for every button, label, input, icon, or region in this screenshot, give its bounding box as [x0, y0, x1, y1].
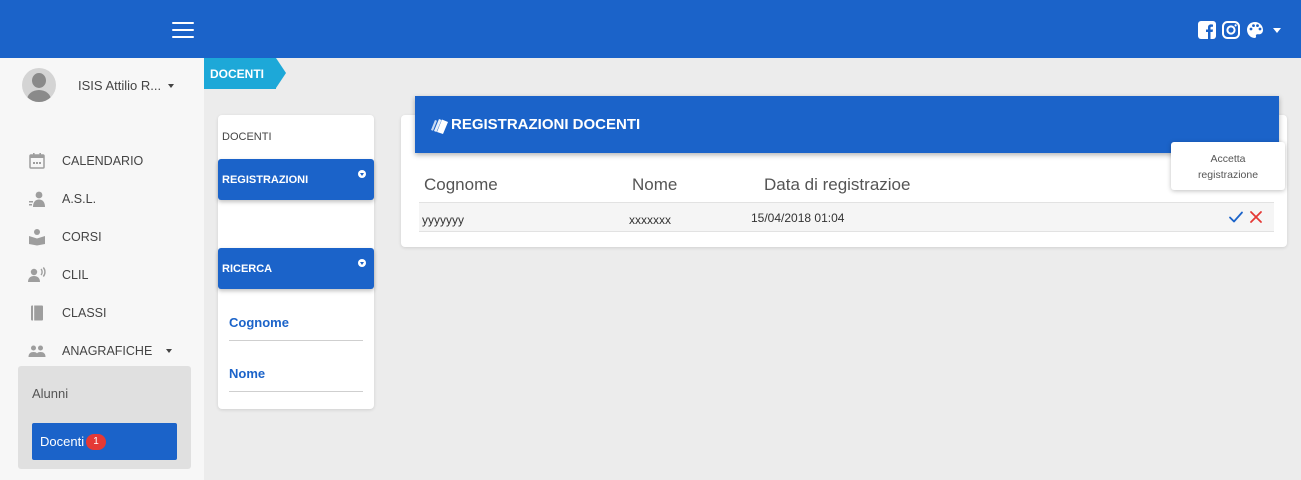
cards-icon — [431, 118, 448, 134]
cell-data: 15/04/2018 01:04 — [751, 211, 845, 225]
calendar-icon — [29, 153, 45, 169]
sidebar-item-docenti[interactable]: Docenti 1 — [32, 423, 177, 460]
nome-field-label: Nome — [229, 366, 266, 381]
column-header-nome[interactable]: Nome — [632, 175, 677, 195]
caret-down-icon[interactable] — [1273, 27, 1281, 33]
tooltip: Accetta registrazione — [1171, 142, 1285, 190]
sidebar-item-label: CLIL — [62, 268, 89, 282]
sidebar-item-calendario[interactable]: CALENDARIO — [0, 142, 204, 180]
top-bar — [0, 0, 1301, 58]
cognome-field[interactable]: Cognome — [229, 315, 363, 341]
registrazioni-label: REGISTRAZIONI — [222, 173, 309, 186]
sidebar-item-anagrafiche[interactable]: ANAGRAFICHE — [0, 332, 204, 370]
registrazioni-button[interactable]: REGISTRAZIONI — [218, 159, 374, 200]
cell-cognome: yyyyyyy — [422, 213, 464, 227]
cognome-field-label: Cognome — [229, 315, 289, 330]
speaker-icon — [28, 267, 46, 282]
breadcrumb-label: DOCENTI — [210, 67, 264, 81]
sidebar-item-label: ANAGRAFICHE — [62, 344, 153, 358]
sidebar-item-alunni[interactable]: Alunni — [32, 386, 68, 401]
sidebar-item-corsi[interactable]: CORSI — [0, 218, 204, 256]
sidebar-item-label: Alunni — [32, 386, 69, 401]
column-header-cognome[interactable]: Cognome — [424, 175, 498, 195]
anagrafiche-submenu: Alunni Docenti 1 — [18, 366, 191, 469]
sidebar-item-label: Docenti — [40, 434, 85, 449]
ricerca-label: RICERCA — [222, 262, 273, 275]
arrow-down-circle-icon — [358, 259, 366, 267]
avatar — [22, 68, 56, 102]
sidebar-nav: CALENDARIO A.S.L. CORSI CLIL CLASSI ANAG… — [0, 142, 204, 370]
user-name-label: ISIS Attilio R... — [78, 77, 162, 93]
nome-field[interactable]: Nome — [229, 366, 363, 392]
sidebar-item-clil[interactable]: CLIL — [0, 256, 204, 294]
check-icon[interactable] — [1228, 209, 1244, 225]
table-row: yyyyyyy xxxxxxx 15/04/2018 01:04 — [419, 202, 1274, 232]
close-icon[interactable] — [1249, 210, 1263, 224]
sidebar-item-label: A.S.L. — [62, 192, 97, 206]
notification-badge: 1 — [86, 433, 107, 450]
menu-icon[interactable] — [172, 22, 194, 38]
arrow-down-circle-icon — [358, 170, 366, 178]
column-header-data[interactable]: Data di registrazioe — [764, 175, 910, 195]
sidebar-item-label: CLASSI — [62, 306, 107, 320]
breadcrumb[interactable]: DOCENTI — [204, 58, 286, 89]
teacher-icon — [29, 191, 45, 207]
user-menu[interactable]: ISIS Attilio R... — [22, 68, 175, 102]
top-icons — [1197, 20, 1281, 40]
filter-panel: DOCENTI REGISTRAZIONI RICERCA Cognome No… — [218, 115, 374, 409]
sidebar-item-label: CALENDARIO — [62, 154, 144, 168]
user-name: ISIS Attilio R... — [78, 77, 175, 93]
facebook-icon[interactable] — [1197, 20, 1217, 40]
sidebar: ISIS Attilio R... CALENDARIO A.S.L. CORS… — [0, 58, 204, 480]
card-header: REGISTRAZIONI DOCENTI — [415, 96, 1279, 153]
cell-nome: xxxxxxx — [629, 213, 671, 227]
instagram-icon[interactable] — [1221, 20, 1241, 40]
panel-title: DOCENTI — [222, 131, 272, 143]
notebook-icon — [31, 305, 43, 321]
palette-icon[interactable] — [1245, 20, 1265, 40]
sidebar-item-asl[interactable]: A.S.L. — [0, 180, 204, 218]
sidebar-item-classi[interactable]: CLASSI — [0, 294, 204, 332]
tooltip-line-2: registrazione — [1197, 169, 1259, 181]
tooltip-line-1: Accetta — [1210, 153, 1246, 165]
sidebar-item-label: CORSI — [62, 230, 102, 244]
chevron-down-icon — [166, 349, 173, 353]
ricerca-button[interactable]: RICERCA — [218, 248, 374, 289]
people-icon — [28, 345, 46, 357]
book-reader-icon — [29, 229, 45, 246]
page-title: REGISTRAZIONI DOCENTI — [451, 116, 641, 133]
chevron-down-icon — [168, 84, 175, 89]
